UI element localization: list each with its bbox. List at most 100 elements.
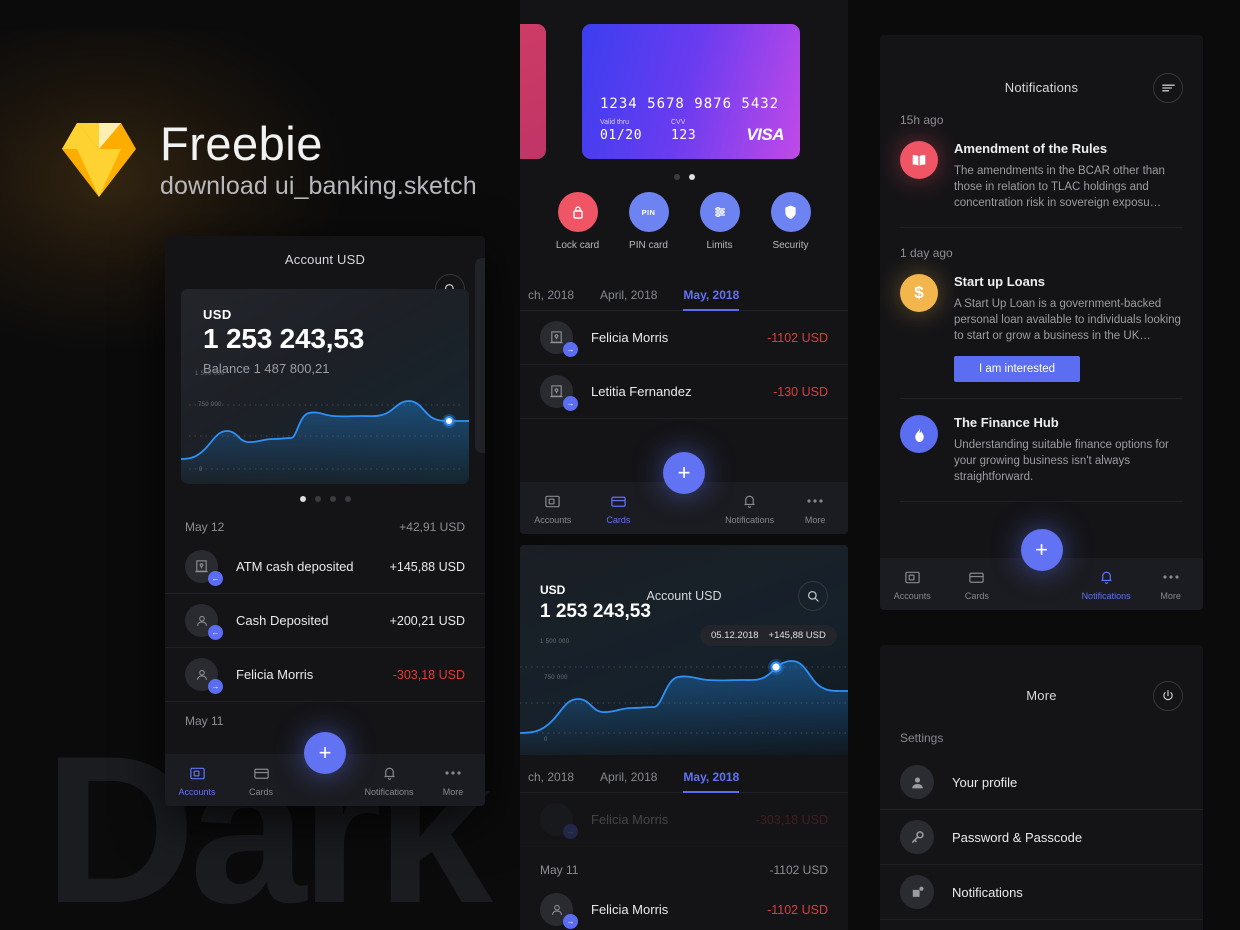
- table-row[interactable]: ← ATM cash deposited +145,88 USD: [165, 540, 485, 594]
- accounts-nav-title: Account USD: [284, 252, 366, 267]
- action-security[interactable]: Security: [760, 192, 822, 251]
- action-label: Limits: [706, 240, 733, 251]
- tab-label: Notifications: [1081, 590, 1131, 601]
- month-tab[interactable]: May, 2018: [683, 288, 739, 311]
- valid-thru-label: Valid thru: [600, 119, 630, 126]
- add-button[interactable]: +: [304, 732, 346, 774]
- power-icon[interactable]: [1153, 681, 1183, 711]
- cvv-value: 123: [671, 128, 697, 143]
- tab-cards[interactable]: Cards: [945, 568, 1010, 601]
- transaction-date-header: May 12 +42,91 USD: [165, 520, 485, 534]
- month-tab[interactable]: ch, 2018: [528, 288, 574, 310]
- transaction-amount: -130 USD: [773, 384, 828, 399]
- transaction-amount: -1102 USD: [767, 330, 828, 345]
- atm-icon: →: [540, 375, 578, 411]
- person-icon: [900, 765, 934, 799]
- chart-tooltip: 05.12.2018 +145,88 USD: [700, 625, 837, 646]
- direction-in-badge: ←: [208, 571, 223, 586]
- transaction-amount: +145,88 USD: [389, 559, 465, 574]
- list-item[interactable]: The Finance Hub Understanding suitable f…: [900, 415, 1183, 502]
- month-tab[interactable]: May, 2018: [683, 770, 739, 793]
- tab-label: More: [804, 514, 826, 525]
- action-lock-card[interactable]: Lock card: [547, 192, 609, 251]
- key-icon: [900, 820, 934, 854]
- setting-label: Notifications: [952, 884, 1023, 900]
- card-carousel-dots[interactable]: [520, 174, 848, 180]
- add-button[interactable]: +: [1020, 529, 1063, 571]
- chart-y-label-top: 1 500 000: [540, 639, 570, 645]
- previous-card-peek[interactable]: [520, 24, 546, 159]
- direction-out-badge: →: [563, 342, 578, 357]
- table-row[interactable]: → Felicia Morris -303,18 USD: [165, 648, 485, 702]
- add-button[interactable]: +: [663, 452, 705, 494]
- tab-more[interactable]: More: [782, 492, 848, 525]
- dots-icon: [1138, 568, 1203, 587]
- table-row[interactable]: → Letitia Fernandez -130 USD: [520, 365, 848, 419]
- direction-out-badge: →: [563, 914, 578, 929]
- setting-password-passcode[interactable]: Password & Passcode: [880, 810, 1203, 865]
- tooltip-amount: +145,88 USD: [768, 630, 826, 641]
- month-tabs: ch, 2018 April, 2018 May, 2018: [520, 273, 848, 311]
- next-account-card-peek[interactable]: [475, 258, 485, 453]
- tab-accounts[interactable]: Accounts: [880, 568, 945, 601]
- list-item[interactable]: Amendment of the Rules The amendments in…: [900, 141, 1183, 228]
- balance-chart: 1 500 000 750 000 0: [181, 371, 469, 484]
- book-icon: [900, 141, 938, 179]
- month-tab[interactable]: ch, 2018: [528, 770, 574, 792]
- account-currency: USD: [203, 307, 232, 322]
- card-icon: [586, 492, 652, 511]
- transaction-name: ATM cash deposited: [236, 559, 354, 574]
- table-row[interactable]: → Felicia Morris -1102 USD: [520, 883, 848, 930]
- table-row[interactable]: ← Cash Deposited +200,21 USD: [165, 594, 485, 648]
- tab-label: Notifications: [364, 786, 414, 797]
- table-row[interactable]: → Felicia Morris -1102 USD: [520, 311, 848, 365]
- direction-in-badge: ←: [208, 625, 223, 640]
- notification-body: Understanding suitable finance options f…: [954, 439, 1169, 483]
- table-row[interactable]: → Felicia Morris -303,18 USD: [520, 793, 848, 847]
- card-number: 1234 5678 9876 5432: [600, 96, 780, 112]
- chart-y-label-top: 1 500 000: [195, 371, 225, 377]
- search-icon[interactable]: [798, 581, 828, 611]
- notification-title: The Finance Hub: [954, 415, 1059, 430]
- month-tab[interactable]: April, 2018: [600, 288, 657, 310]
- tab-accounts[interactable]: Accounts: [165, 764, 229, 797]
- transaction-name: Felicia Morris: [591, 902, 669, 917]
- settings-section-label: Settings: [900, 731, 944, 745]
- month-tab[interactable]: April, 2018: [600, 770, 657, 792]
- card-icon: [229, 764, 293, 783]
- time-ago-label: 1 day ago: [900, 246, 953, 260]
- action-pin-card[interactable]: PIN PIN card: [618, 192, 680, 251]
- notification-title: Amendment of the Rules: [954, 141, 1108, 156]
- tab-more[interactable]: More: [1138, 568, 1203, 601]
- tab-accounts[interactable]: Accounts: [520, 492, 586, 525]
- tab-notifications[interactable]: Notifications: [357, 764, 421, 797]
- setting-your-profile[interactable]: Your profile: [880, 755, 1203, 810]
- pin-icon: PIN: [628, 192, 669, 232]
- bell-icon: [717, 492, 783, 511]
- tab-notifications[interactable]: Notifications: [717, 492, 783, 525]
- credit-card[interactable]: 1234 5678 9876 5432 Valid thru 01/20 CVV…: [582, 24, 800, 159]
- direction-out-badge: →: [208, 679, 223, 694]
- tab-notifications[interactable]: Notifications: [1074, 568, 1139, 601]
- person-icon: ←: [185, 604, 223, 640]
- visa-brand-logo: VISA: [746, 125, 784, 144]
- setting-notifications[interactable]: Notifications: [880, 865, 1203, 920]
- tab-cards[interactable]: Cards: [229, 764, 293, 797]
- account-amount: 1 253 243,53: [203, 323, 365, 354]
- fab-label: +: [677, 460, 691, 485]
- i-am-interested-button[interactable]: I am interested: [954, 356, 1080, 382]
- tab-cards[interactable]: Cards: [586, 492, 652, 525]
- tab-more[interactable]: More: [421, 764, 485, 797]
- account-balance-card[interactable]: USD 1 253 243,53 Balance 1 487 800,21 1 …: [181, 289, 469, 484]
- notification-title: Start up Loans: [954, 274, 1046, 289]
- card-icon: [945, 568, 1010, 587]
- bell-badge-icon: [900, 875, 934, 909]
- list-item[interactable]: $ Start up Loans A Start Up Loan is a go…: [900, 274, 1183, 399]
- date-total: -1102 USD: [769, 863, 828, 877]
- action-limits[interactable]: Limits: [689, 192, 751, 251]
- screenshot-canvas: Dark Freebie download ui_banking.sketch …: [0, 0, 1240, 930]
- filter-icon[interactable]: [1153, 73, 1183, 103]
- account-carousel-dots[interactable]: [165, 496, 485, 502]
- tooltip-date: 05.12.2018: [711, 630, 759, 641]
- dollar-icon: $: [900, 274, 938, 312]
